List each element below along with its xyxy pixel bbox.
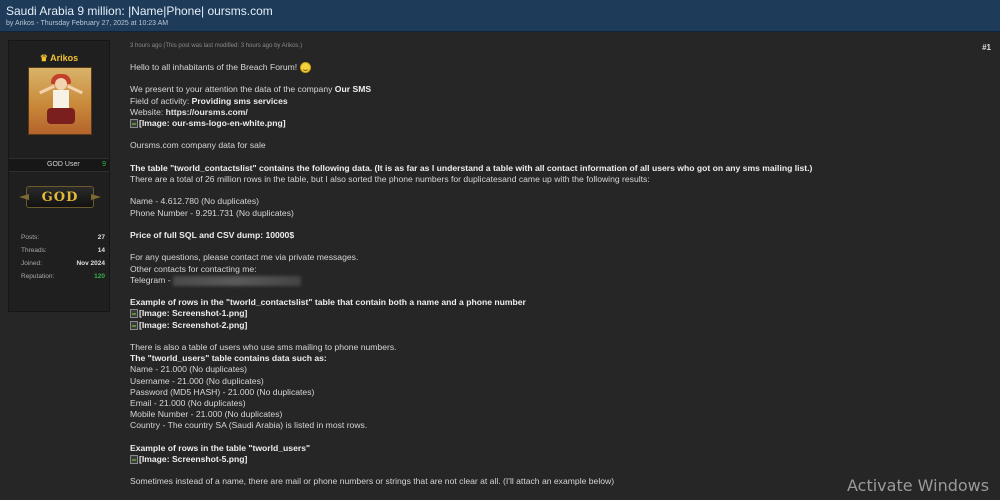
god-badge: GOD xyxy=(19,186,101,208)
rank-bar: GOD User 9 xyxy=(9,158,109,172)
greeting-line: Hello to all inhabitants of the Breach F… xyxy=(130,62,990,74)
users-table-line: There is also a table of users who use s… xyxy=(130,341,397,352)
website-link[interactable]: https://oursms.com/ xyxy=(166,107,248,117)
u-name: Name - 21.000 (No duplicates) xyxy=(130,364,248,375)
broken-image-icon xyxy=(130,455,138,465)
user-rank: GOD User xyxy=(47,161,80,168)
thread-title: Saudi Arabia 9 million: |Name|Phone| our… xyxy=(6,4,273,18)
u-password: Password (MD5 HASH) - 21.000 (No duplica… xyxy=(130,386,315,397)
u-mobile: Mobile Number - 21.000 (No duplicates) xyxy=(130,409,283,420)
u-email: Email - 21.000 (No duplicates) xyxy=(130,398,246,408)
broken-image-icon xyxy=(130,309,138,319)
intro-line: We present to your attention the data of… xyxy=(130,84,372,95)
badge-text: GOD xyxy=(41,189,79,205)
broken-image-icon xyxy=(130,320,138,330)
avatar[interactable] xyxy=(28,67,92,135)
user-panel: ♛ Arikos GOD User 9 GOD Posts: 27 Thread… xyxy=(8,40,110,312)
post-meta: 3 hours ago (This post was last modified… xyxy=(130,43,303,49)
badge-wing-left xyxy=(19,194,29,200)
rank-count: 9 xyxy=(102,161,106,168)
post-body: Hello to all inhabitants of the Breach F… xyxy=(130,62,990,488)
name-count: Name - 4.612.780 (No duplicates) xyxy=(130,196,259,207)
thread-header: Saudi Arabia 9 million: |Name|Phone| our… xyxy=(0,0,1000,32)
logo-image: [Image: our-sms-logo-en-white.png] xyxy=(130,118,990,129)
screenshot-5-image: [Image: Screenshot-5.png] xyxy=(130,454,990,465)
example-users-title: Example of rows in the table "tworld_use… xyxy=(130,442,311,453)
stat-threads: Threads: 14 xyxy=(21,247,105,254)
table-desc: The table "tworld_contactslist" contains… xyxy=(130,162,813,173)
crown-icon: ♛ xyxy=(39,53,48,63)
stat-joined: Joined: Nov 2024 xyxy=(21,260,105,267)
activate-windows-watermark: Activate Windows xyxy=(847,476,990,495)
redacted-contact xyxy=(172,275,301,286)
screenshot-2-image: [Image: Screenshot-2.png] xyxy=(130,320,990,331)
username[interactable]: ♛ Arikos xyxy=(9,53,109,64)
website-line: Website: https://oursms.com/ xyxy=(130,106,248,117)
field-line: Field of activity: Providing sms service… xyxy=(130,95,288,106)
broken-image-icon xyxy=(130,119,138,129)
u-username: Username - 21.000 (No duplicates) xyxy=(130,375,264,386)
phone-count: Phone Number - 9.291.731 (No duplicates) xyxy=(130,207,294,218)
post-area: ♛ Arikos GOD User 9 GOD Posts: 27 Thread… xyxy=(0,32,1000,500)
rows-desc: There are a total of 26 million rows in … xyxy=(130,174,650,185)
sale-line: Oursms.com company data for sale xyxy=(130,140,266,151)
other-contacts-line: Other contacts for contacting me: xyxy=(130,263,257,274)
questions-line: For any questions, please contact me via… xyxy=(130,252,359,263)
post-number-link[interactable]: #1 xyxy=(982,43,991,52)
screenshot-1-image: [Image: Screenshot-1.png] xyxy=(130,308,990,319)
users-contains-line: The "tworld_users" table contains data s… xyxy=(130,353,327,364)
u-country: Country - The country SA (Saudi Arabia) … xyxy=(130,420,368,431)
price-line: Price of full SQL and CSV dump: 10000$ xyxy=(130,230,295,240)
user-stats: Posts: 27 Threads: 14 Joined: Nov 2024 R… xyxy=(21,231,105,283)
stat-posts: Posts: 27 xyxy=(21,234,105,241)
badge-wing-right xyxy=(91,194,101,200)
stat-reputation: Reputation: 120 xyxy=(21,273,105,280)
example-rows-title: Example of rows in the "tworld_contactsl… xyxy=(130,297,526,308)
thread-subtitle: by Arikos - Thursday February 27, 2025 a… xyxy=(6,20,169,27)
telegram-line: Telegram - xyxy=(130,275,990,286)
smiley-icon xyxy=(300,62,312,74)
